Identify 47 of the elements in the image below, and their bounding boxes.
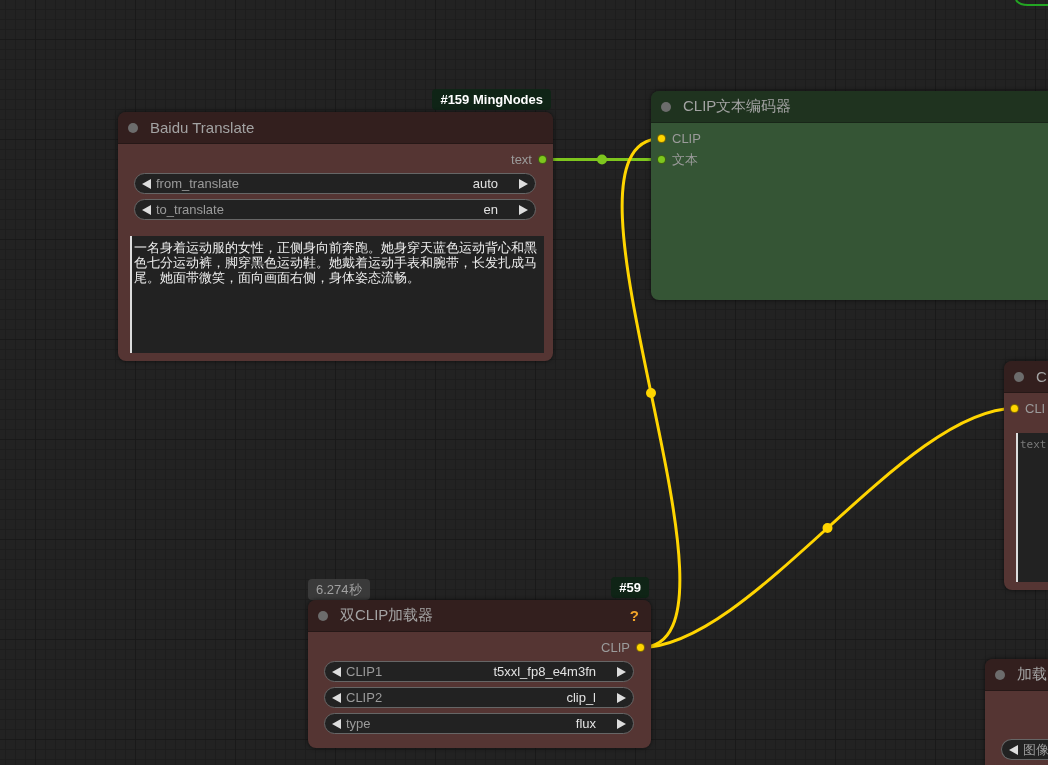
option-selector[interactable]: CLIP2 clip_l	[324, 687, 634, 708]
left-arrow-icon[interactable]	[1009, 744, 1018, 755]
right-arrow-icon[interactable]	[519, 204, 528, 215]
node-dot-icon[interactable]	[318, 610, 328, 621]
node-dot-icon[interactable]	[128, 122, 138, 133]
left-arrow-icon[interactable]	[332, 692, 341, 703]
node-title: Baidu Translate	[150, 119, 255, 136]
left-arrow-icon[interactable]	[332, 666, 341, 677]
node-dot-icon[interactable]	[661, 101, 671, 112]
text-field[interactable]: text	[1016, 433, 1048, 582]
input-label: CLIP	[672, 131, 701, 146]
socket-dot-icon[interactable]	[636, 643, 645, 652]
socket-dot-icon[interactable]	[657, 155, 666, 164]
node-outline	[1015, 0, 1048, 6]
option-selector[interactable]: CLIP1 t5xxl_fp8_e4m3fn	[324, 661, 634, 682]
node-title: 双CLIP加载器	[340, 606, 434, 625]
link-dot-icon[interactable]	[646, 388, 656, 398]
left-arrow-icon[interactable]	[142, 178, 151, 189]
output-label: text	[511, 152, 532, 167]
node-id-badge: #59	[611, 577, 649, 598]
socket-dot-icon[interactable]	[1010, 404, 1019, 413]
option-selector[interactable]: to_translate en	[134, 199, 536, 220]
right-arrow-icon[interactable]	[617, 692, 626, 703]
link-dot-icon[interactable]	[597, 154, 607, 165]
run-time-badge: 6.274秒	[308, 579, 370, 600]
left-arrow-icon[interactable]	[332, 718, 341, 729]
node-dot-icon[interactable]	[995, 669, 1005, 680]
node-id-badge: #159 MingNodes	[432, 89, 551, 110]
help-button[interactable]: ?	[629, 607, 639, 624]
input-label: CLI	[1025, 401, 1046, 416]
option-selector[interactable]: from_translate auto	[134, 173, 536, 194]
node-title: 加载	[1017, 665, 1047, 684]
text-field[interactable]: 一名身着运动服的女性，正侧身向前奔跑。她身穿天蓝色运动背心和黑色七分运动裤，脚穿黑色运动鞋。她戴着运动手表和腕带，长发扎成马尾。她面带微笑，面向画面右侧，身体姿态流畅。	[130, 236, 544, 353]
link-dot-icon[interactable]	[822, 523, 833, 533]
left-arrow-icon[interactable]	[142, 204, 151, 215]
node-title: CLIP文本编码器	[683, 97, 792, 116]
node-dot-icon[interactable]	[1014, 371, 1024, 382]
right-arrow-icon[interactable]	[519, 178, 528, 189]
socket-dot-icon[interactable]	[538, 155, 547, 164]
output-label: CLIP	[601, 640, 630, 655]
option-selector[interactable]: type flux	[324, 713, 634, 734]
node-title: C	[1036, 368, 1047, 385]
input-label: 文本	[672, 150, 698, 169]
socket-dot-icon[interactable]	[657, 134, 666, 143]
right-arrow-icon[interactable]	[617, 666, 626, 677]
right-arrow-icon[interactable]	[617, 718, 626, 729]
option-selector[interactable]: 图像	[1001, 739, 1048, 760]
